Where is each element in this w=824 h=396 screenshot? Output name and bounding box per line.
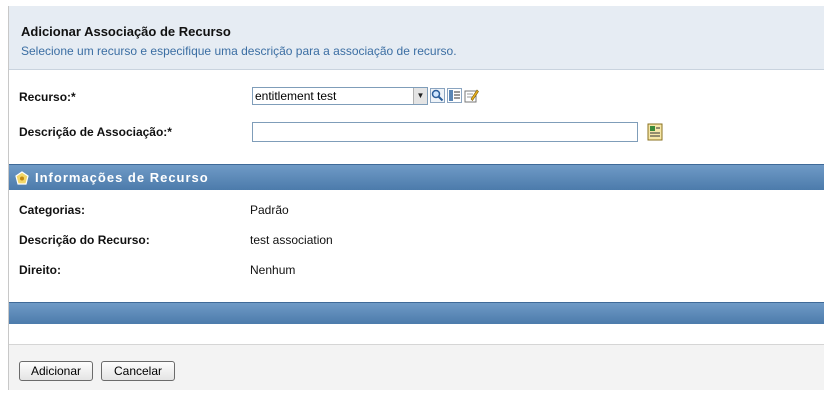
add-button[interactable]: Adicionar [19, 361, 93, 381]
language-icon[interactable] [647, 123, 663, 141]
cancel-button[interactable]: Cancelar [101, 361, 175, 381]
dropdown-arrow-icon[interactable]: ▼ [413, 88, 427, 104]
association-description-input[interactable] [252, 122, 638, 142]
resource-description-value: test association [250, 233, 333, 247]
dialog-subtitle: Selecione um recurso e especifique uma d… [21, 44, 457, 58]
section-footer-bar [9, 302, 824, 324]
association-label: Descrição de Associação:* [19, 125, 172, 139]
dialog-header: Adicionar Associação de Recurso Selecion… [9, 6, 824, 70]
search-icon[interactable] [430, 88, 445, 103]
entitlement-value: Nenhum [250, 263, 296, 277]
resource-select[interactable]: entitlement test ▼ [252, 87, 428, 105]
browse-icon[interactable] [447, 88, 462, 103]
categories-value: Padrão [250, 203, 289, 217]
edit-icon[interactable] [464, 88, 479, 103]
entitlement-label: Direito: [19, 263, 61, 277]
info-section-icon [15, 170, 29, 185]
resource-info-title: Informações de Recurso [35, 170, 209, 185]
resource-label: Recurso:* [19, 90, 76, 104]
resource-info-header: Informações de Recurso [9, 164, 824, 190]
dialog: Adicionar Associação de Recurso Selecion… [8, 6, 824, 390]
resource-select-value: entitlement test [255, 89, 337, 103]
dialog-title: Adicionar Associação de Recurso [21, 24, 231, 39]
categories-label: Categorias: [19, 203, 86, 217]
resource-description-label: Descrição do Recurso: [19, 233, 150, 247]
